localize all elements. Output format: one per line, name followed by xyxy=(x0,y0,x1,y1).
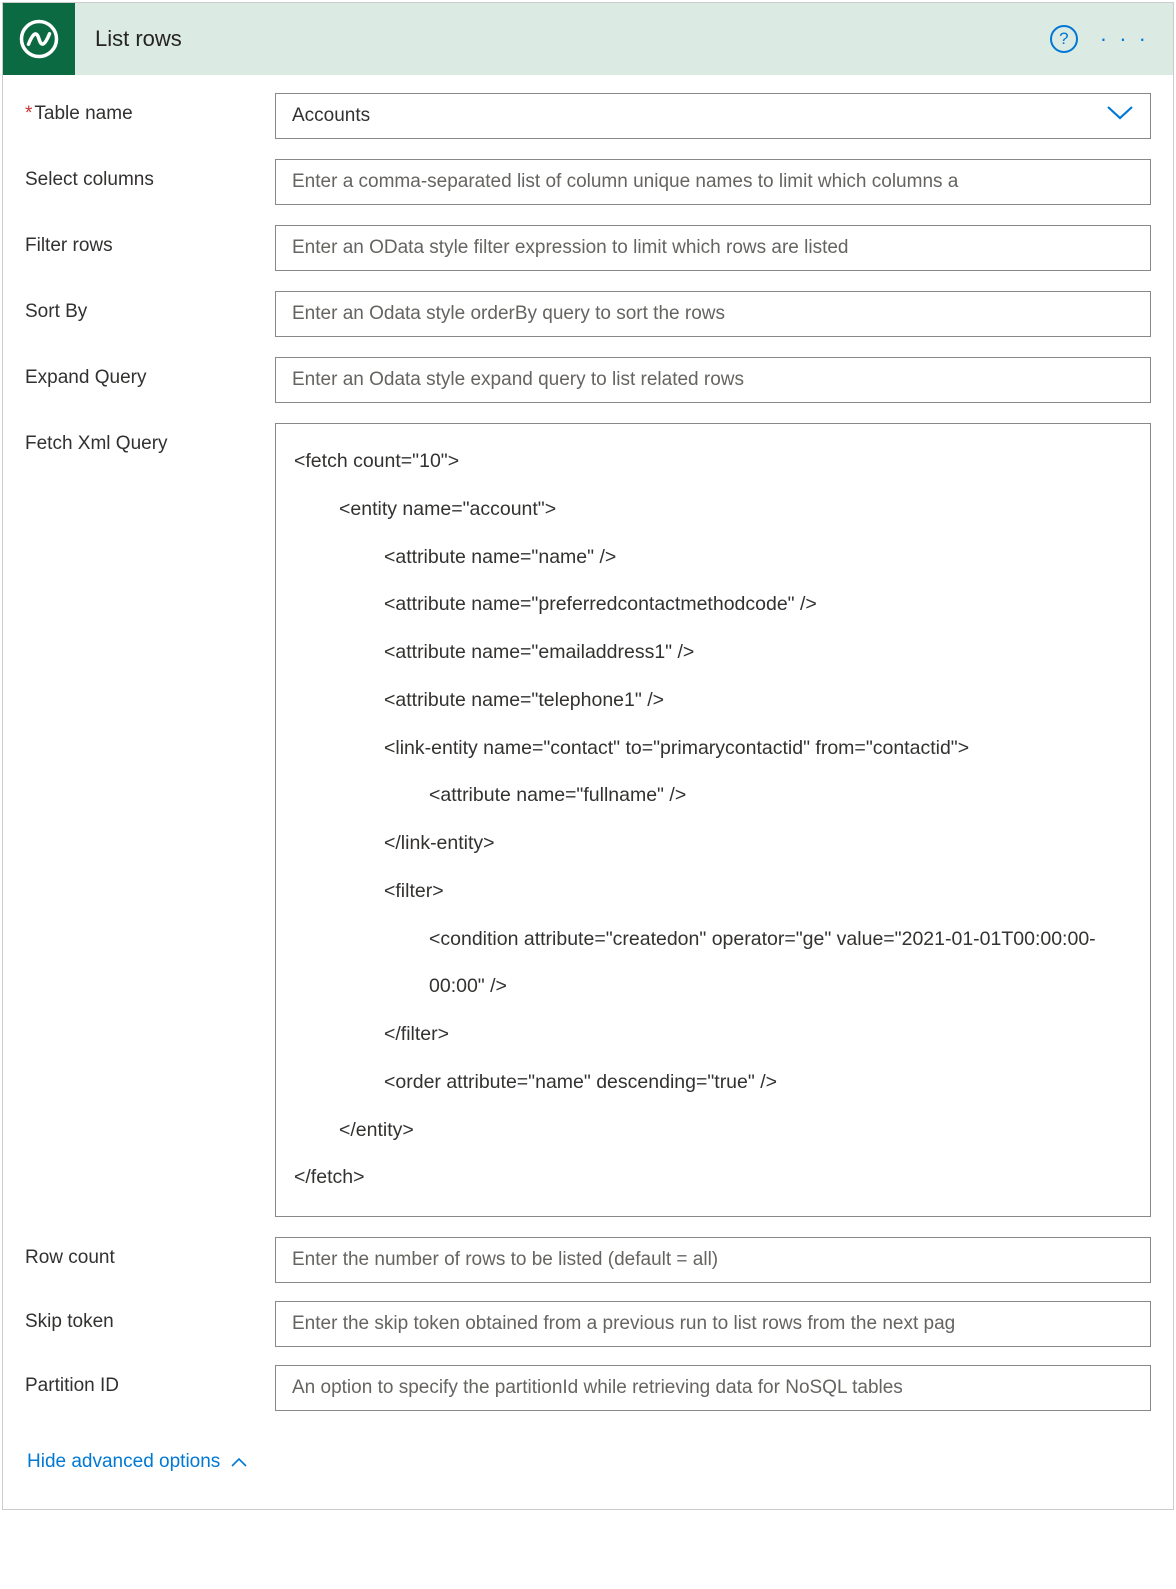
label-table-name: *Table name xyxy=(25,93,275,125)
help-icon[interactable]: ? xyxy=(1050,25,1078,53)
label-filter-rows: Filter rows xyxy=(25,225,275,257)
expand-query-input[interactable] xyxy=(292,358,1134,402)
row-table-name: *Table name Accounts xyxy=(25,93,1151,139)
card-title: List rows xyxy=(95,26,1050,52)
table-name-value: Accounts xyxy=(292,105,370,127)
chevron-down-icon xyxy=(1106,105,1134,127)
row-filter-rows: Filter rows xyxy=(25,225,1151,271)
label-select-columns: Select columns xyxy=(25,159,275,191)
row-select-columns: Select columns xyxy=(25,159,1151,205)
action-card: List rows ? · · · *Table name Accounts S… xyxy=(2,2,1174,1510)
row-count-input[interactable] xyxy=(292,1238,1134,1282)
row-skip-token: Skip token xyxy=(25,1301,1151,1347)
expand-query-field xyxy=(275,357,1151,403)
row-count-field xyxy=(275,1237,1151,1283)
hide-advanced-options-button[interactable]: Hide advanced options xyxy=(25,1429,1151,1499)
partition-id-field xyxy=(275,1365,1151,1411)
row-expand-query: Expand Query xyxy=(25,357,1151,403)
row-row-count: Row count xyxy=(25,1237,1151,1283)
row-partition-id: Partition ID xyxy=(25,1365,1151,1411)
more-menu-icon[interactable]: · · · xyxy=(1096,26,1153,52)
label-partition-id: Partition ID xyxy=(25,1365,275,1397)
select-columns-input[interactable] xyxy=(292,160,1134,204)
partition-id-input[interactable] xyxy=(292,1366,1134,1410)
label-sort-by: Sort By xyxy=(25,291,275,323)
label-row-count: Row count xyxy=(25,1237,275,1269)
filter-rows-field xyxy=(275,225,1151,271)
filter-rows-input[interactable] xyxy=(292,226,1134,270)
dataverse-icon xyxy=(3,3,75,75)
card-header: List rows ? · · · xyxy=(3,3,1173,75)
sort-by-input[interactable] xyxy=(292,292,1134,336)
table-name-dropdown[interactable]: Accounts xyxy=(275,93,1151,139)
row-sort-by: Sort By xyxy=(25,291,1151,337)
skip-token-field xyxy=(275,1301,1151,1347)
hide-advanced-label: Hide advanced options xyxy=(27,1451,220,1473)
card-body: *Table name Accounts Select columns Filt… xyxy=(3,75,1173,1509)
fetch-xml-input[interactable]: <fetch count="10"><entity name="account"… xyxy=(275,423,1151,1217)
label-expand-query: Expand Query xyxy=(25,357,275,389)
chevron-up-icon xyxy=(230,1457,248,1468)
sort-by-field xyxy=(275,291,1151,337)
label-skip-token: Skip token xyxy=(25,1301,275,1333)
select-columns-field xyxy=(275,159,1151,205)
skip-token-input[interactable] xyxy=(292,1302,1134,1346)
row-fetch-xml: Fetch Xml Query <fetch count="10"><entit… xyxy=(25,423,1151,1217)
label-fetch-xml: Fetch Xml Query xyxy=(25,423,275,455)
